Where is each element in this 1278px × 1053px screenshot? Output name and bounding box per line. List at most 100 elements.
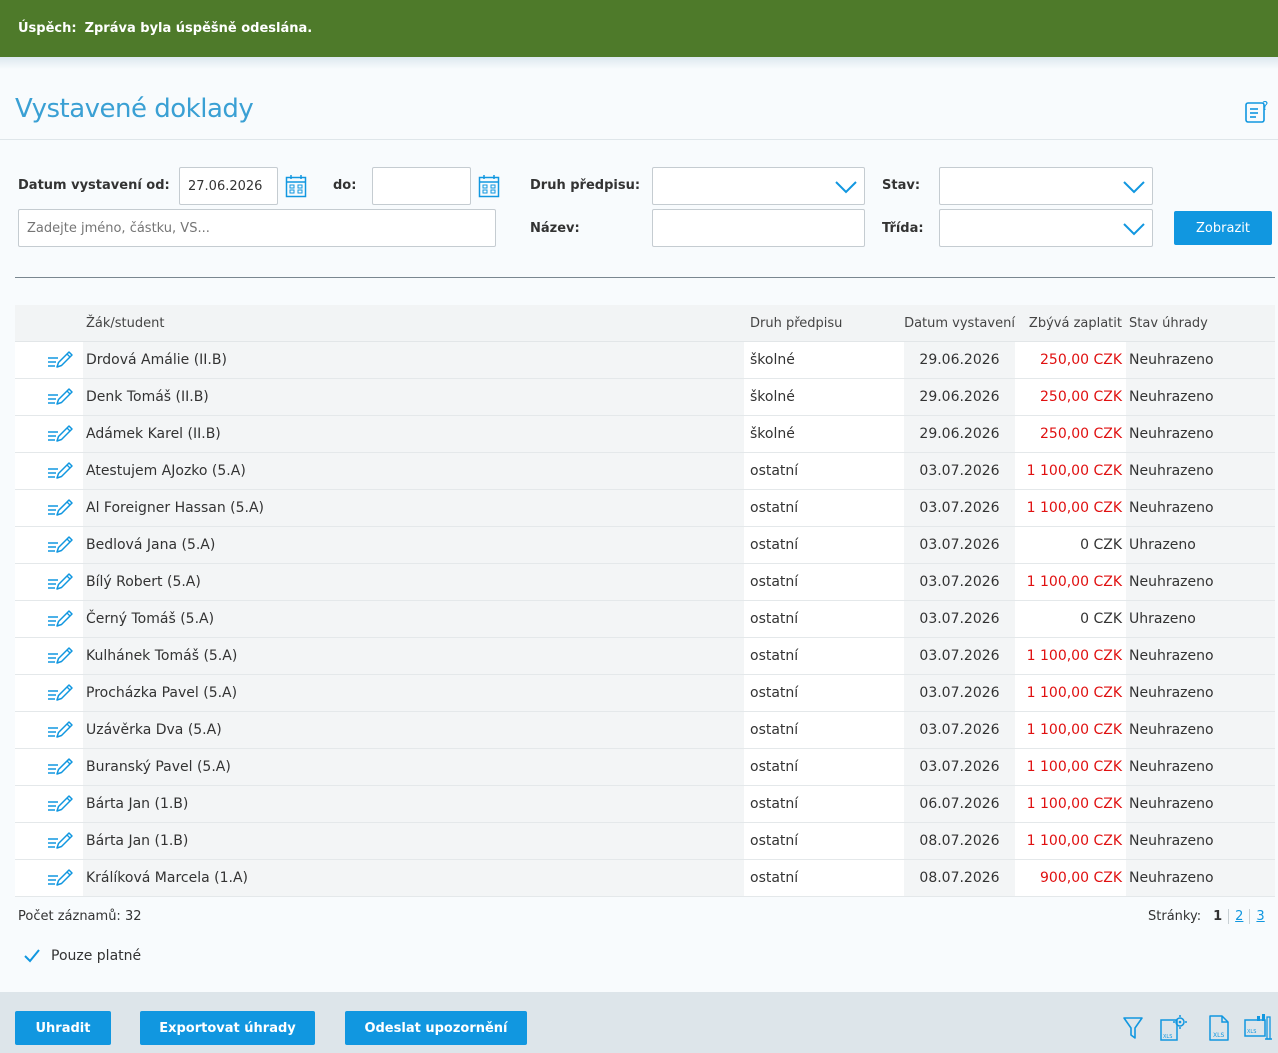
xls-icon[interactable]: XLS: [1207, 1014, 1231, 1042]
header-zbyva[interactable]: Zbývá zaplatit: [1015, 305, 1126, 341]
date-to-field[interactable]: [372, 167, 471, 205]
cell-student: Bílý Robert (5.A): [83, 564, 744, 600]
page-1[interactable]: 1: [1207, 909, 1230, 924]
cell-druh: školné: [750, 426, 795, 442]
filter-icon[interactable]: [1122, 1014, 1144, 1042]
banner-shadow: [0, 57, 1278, 69]
pay-button[interactable]: Uhradit: [15, 1011, 111, 1045]
cell-datum: 03.07.2026: [904, 527, 1015, 563]
table-row[interactable]: Adámek Karel (II.B) školné 29.06.2026 25…: [15, 416, 1275, 453]
cell-datum: 03.07.2026: [904, 601, 1015, 637]
edit-icon[interactable]: [47, 831, 75, 851]
cell-druh: ostatní: [750, 500, 799, 516]
edit-icon[interactable]: [47, 794, 75, 814]
cell-zbyva: 250,00 CZK: [1040, 426, 1122, 442]
header-student[interactable]: Žák/student: [83, 305, 744, 341]
cell-zbyva: 1 100,00 CZK: [1026, 648, 1122, 664]
table-row[interactable]: Al Foreigner Hassan (5.A) ostatní 03.07.…: [15, 490, 1275, 527]
cell-student: Atestujem AJozko (5.A): [83, 453, 744, 489]
cell-stav: Neuhrazeno: [1126, 638, 1275, 674]
table-row[interactable]: Buranský Pavel (5.A) ostatní 03.07.2026 …: [15, 749, 1275, 786]
calendar-icon[interactable]: [285, 174, 307, 198]
druh-label: Druh předpisu:: [530, 178, 641, 193]
only-valid-label[interactable]: Pouze platné: [51, 948, 141, 964]
edit-icon[interactable]: [47, 424, 75, 444]
cell-datum: 03.07.2026: [904, 749, 1015, 785]
table-row[interactable]: Drdová Amálie (II.B) školné 29.06.2026 2…: [15, 342, 1275, 379]
table-row[interactable]: Bárta Jan (1.B) ostatní 08.07.2026 1 100…: [15, 823, 1275, 860]
edit-icon[interactable]: [47, 535, 75, 555]
table-row[interactable]: Atestujem AJozko (5.A) ostatní 03.07.202…: [15, 453, 1275, 490]
cell-stav: Neuhrazeno: [1126, 860, 1275, 896]
cell-zbyva: 1 100,00 CZK: [1026, 833, 1122, 849]
edit-icon[interactable]: [47, 498, 75, 518]
cell-zbyva: 900,00 CZK: [1040, 870, 1122, 886]
edit-icon[interactable]: [47, 757, 75, 777]
table-body: Drdová Amálie (II.B) školné 29.06.2026 2…: [15, 342, 1275, 897]
date-from-label: Datum vystavení od:: [18, 178, 170, 193]
checkmark-icon[interactable]: [23, 948, 41, 964]
date-from-field[interactable]: 27.06.2026: [179, 167, 278, 205]
table-row[interactable]: Denk Tomáš (II.B) školné 29.06.2026 250,…: [15, 379, 1275, 416]
cell-stav: Neuhrazeno: [1126, 786, 1275, 822]
success-banner: Úspěch: Zpráva byla úspěšně odeslána.: [0, 0, 1278, 57]
table-row[interactable]: Bárta Jan (1.B) ostatní 06.07.2026 1 100…: [15, 786, 1275, 823]
edit-icon[interactable]: [47, 572, 75, 592]
edit-icon[interactable]: [47, 461, 75, 481]
table-row[interactable]: Králíková Marcela (1.A) ostatní 08.07.20…: [15, 860, 1275, 897]
chevron-down-icon: [1123, 223, 1145, 236]
cell-student: Kulhánek Tomáš (5.A): [83, 638, 744, 674]
export-button[interactable]: Exportovat úhrady: [140, 1011, 315, 1045]
edit-icon[interactable]: [47, 868, 75, 888]
cell-druh: ostatní: [750, 796, 799, 812]
filter-divider: [15, 277, 1275, 278]
calendar-icon[interactable]: [478, 174, 500, 198]
page-3[interactable]: 3: [1250, 909, 1270, 924]
cell-datum: 03.07.2026: [904, 490, 1015, 526]
trida-label: Třída:: [882, 221, 924, 236]
notify-button[interactable]: Odeslat upozornění: [345, 1011, 527, 1045]
help-icon[interactable]: ?: [1243, 97, 1271, 125]
trida-select[interactable]: [939, 209, 1153, 247]
table-row[interactable]: Uzávěrka Dva (5.A) ostatní 03.07.2026 1 …: [15, 712, 1275, 749]
cell-student: Králíková Marcela (1.A): [83, 860, 744, 896]
show-button[interactable]: Zobrazit: [1174, 211, 1272, 245]
header-stav[interactable]: Stav úhrady: [1126, 305, 1275, 341]
cell-stav: Neuhrazeno: [1126, 416, 1275, 452]
page-title: Vystavené doklady: [15, 94, 254, 124]
edit-icon[interactable]: [47, 350, 75, 370]
xls-chart-icon[interactable]: XLS: [1243, 1014, 1273, 1042]
cell-druh: ostatní: [750, 611, 799, 627]
edit-icon[interactable]: [47, 387, 75, 407]
edit-icon[interactable]: [47, 683, 75, 703]
table-row[interactable]: Kulhánek Tomáš (5.A) ostatní 03.07.2026 …: [15, 638, 1275, 675]
search-input[interactable]: [18, 209, 496, 247]
cell-stav: Neuhrazeno: [1126, 712, 1275, 748]
cell-druh: ostatní: [750, 870, 799, 886]
table-row[interactable]: Černý Tomáš (5.A) ostatní 03.07.2026 0 C…: [15, 601, 1275, 638]
chevron-down-icon: [1123, 181, 1145, 194]
table-row[interactable]: Procházka Pavel (5.A) ostatní 03.07.2026…: [15, 675, 1275, 712]
cell-datum: 03.07.2026: [904, 453, 1015, 489]
cell-zbyva: 250,00 CZK: [1040, 389, 1122, 405]
xls-settings-icon[interactable]: XLS: [1158, 1014, 1188, 1042]
cell-zbyva: 1 100,00 CZK: [1026, 463, 1122, 479]
nazev-field[interactable]: [652, 209, 865, 247]
page-2[interactable]: 2: [1229, 909, 1251, 924]
stav-select[interactable]: [939, 167, 1153, 205]
edit-icon[interactable]: [47, 609, 75, 629]
cell-stav: Uhrazeno: [1126, 527, 1275, 563]
nazev-label: Název:: [530, 221, 580, 236]
header-druh[interactable]: Druh předpisu: [744, 305, 904, 341]
header-datum[interactable]: Datum vystavení: [904, 305, 1015, 341]
cell-stav: Neuhrazeno: [1126, 749, 1275, 785]
table-row[interactable]: Bílý Robert (5.A) ostatní 03.07.2026 1 1…: [15, 564, 1275, 601]
documents-table: Žák/student Druh předpisu Datum vystaven…: [15, 305, 1275, 897]
cell-druh: ostatní: [750, 759, 799, 775]
banner-message: Zpráva byla úspěšně odeslána.: [84, 21, 313, 36]
cell-stav: Neuhrazeno: [1126, 675, 1275, 711]
edit-icon[interactable]: [47, 720, 75, 740]
edit-icon[interactable]: [47, 646, 75, 666]
table-row[interactable]: Bedlová Jana (5.A) ostatní 03.07.2026 0 …: [15, 527, 1275, 564]
cell-student: Bedlová Jana (5.A): [83, 527, 744, 563]
